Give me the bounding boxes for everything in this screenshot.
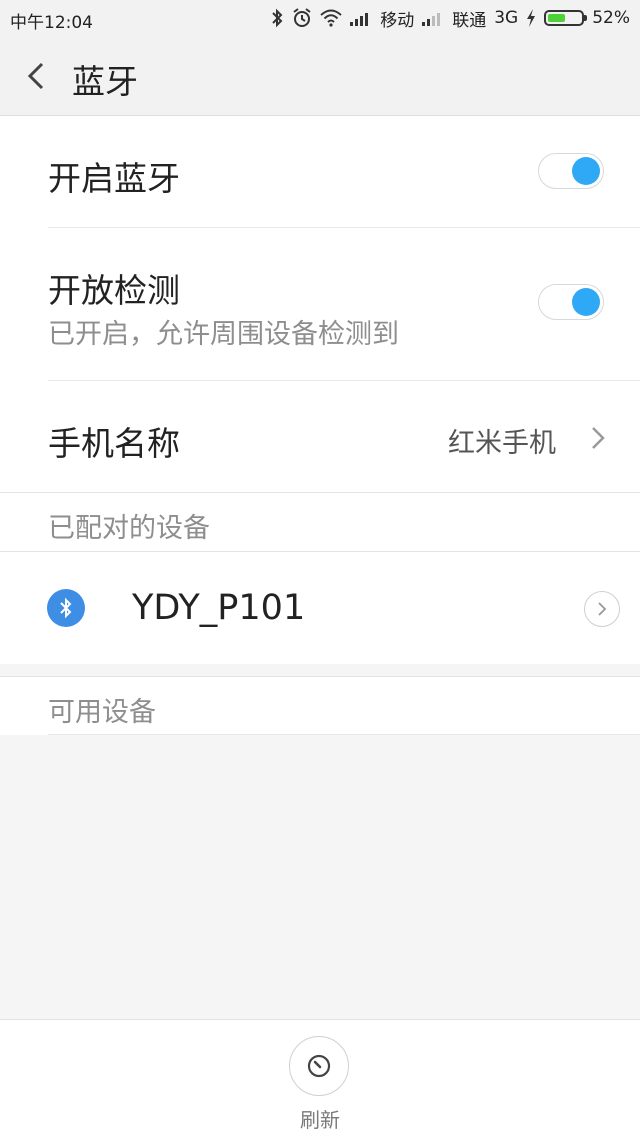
back-button[interactable] bbox=[22, 58, 52, 94]
status-bar: 中午12:04 移动 联通 3G 52% bbox=[0, 0, 640, 36]
discoverable-switch[interactable] bbox=[538, 284, 604, 320]
page-title: 蓝牙 bbox=[72, 62, 138, 101]
bluetooth-icon bbox=[47, 589, 85, 627]
divider bbox=[0, 676, 640, 677]
settings-card: 开启蓝牙 开放检测 已开启，允许周围设备检测到 手机名称 红米手机 bbox=[0, 116, 640, 492]
bluetooth-toggle-label: 开启蓝牙 bbox=[48, 159, 180, 198]
bluetooth-icon bbox=[270, 8, 284, 28]
network-type-label: 3G bbox=[494, 8, 519, 28]
bluetooth-toggle-row[interactable]: 开启蓝牙 bbox=[0, 116, 640, 228]
switch-knob bbox=[572, 288, 600, 316]
paired-devices-card: 已配对的设备 YDY_P101 bbox=[0, 492, 640, 664]
carrier1-label: 移动 bbox=[380, 10, 415, 31]
refresh-gauge-icon bbox=[307, 1054, 331, 1078]
charging-icon bbox=[526, 9, 536, 27]
signal-icon bbox=[422, 10, 444, 26]
chevron-left-icon bbox=[27, 62, 44, 90]
divider bbox=[48, 734, 640, 735]
bluetooth-switch[interactable] bbox=[538, 153, 604, 189]
wifi-icon bbox=[320, 9, 342, 27]
signal-icon bbox=[350, 10, 372, 26]
switch-knob bbox=[572, 157, 600, 185]
paired-section-title: 已配对的设备 bbox=[48, 513, 210, 544]
refresh-label: 刷新 bbox=[300, 1108, 340, 1132]
battery-fill bbox=[548, 14, 565, 22]
device-details-button[interactable] bbox=[584, 591, 620, 627]
device-name-label: 手机名称 bbox=[48, 424, 180, 463]
divider bbox=[0, 492, 640, 493]
chevron-right-icon bbox=[598, 602, 607, 616]
bottom-action-bar: 刷新 bbox=[0, 1019, 640, 1139]
discoverable-status-text: 已开启，允许周围设备检测到 bbox=[48, 319, 399, 350]
status-icons: 移动 联通 3G 52% bbox=[270, 6, 630, 31]
alarm-icon bbox=[292, 8, 312, 28]
available-section-title: 可用设备 bbox=[48, 697, 156, 728]
status-time: 中午12:04 bbox=[10, 13, 93, 33]
carrier2-label: 联通 bbox=[452, 10, 487, 31]
battery-icon bbox=[544, 10, 588, 26]
device-name-row[interactable]: 手机名称 红米手机 bbox=[0, 381, 640, 492]
paired-device-item[interactable]: YDY_P101 bbox=[0, 552, 640, 664]
refresh-button[interactable] bbox=[289, 1036, 349, 1096]
app-header: 蓝牙 bbox=[0, 36, 640, 116]
chevron-right-icon bbox=[592, 427, 605, 449]
device-name-value: 红米手机 bbox=[448, 428, 556, 459]
paired-device-name: YDY_P101 bbox=[132, 588, 306, 628]
discoverable-toggle-label: 开放检测 bbox=[48, 271, 180, 310]
available-devices-card: 可用设备 bbox=[0, 676, 640, 735]
discoverable-toggle-row[interactable]: 开放检测 已开启，允许周围设备检测到 bbox=[0, 228, 640, 380]
battery-percent: 52% bbox=[592, 8, 630, 28]
